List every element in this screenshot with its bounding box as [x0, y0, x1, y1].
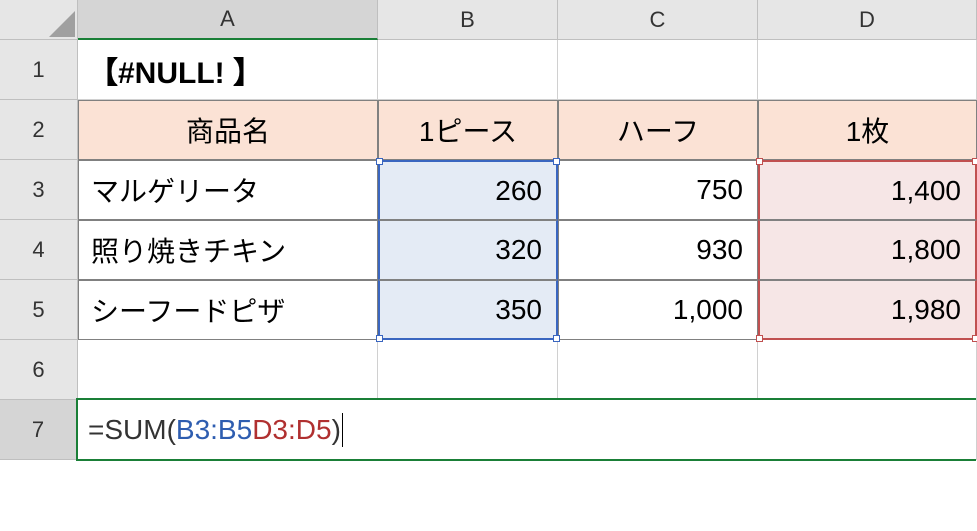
col-header-C[interactable]: C	[558, 0, 758, 40]
col-header-A[interactable]: A	[78, 0, 378, 40]
cell-C6[interactable]	[558, 340, 758, 400]
cell-A5[interactable]: シーフードピザ	[78, 280, 378, 340]
cell-C4[interactable]: 930	[558, 220, 758, 280]
cell-D3[interactable]: 1,400	[758, 160, 977, 220]
cell-A2[interactable]: 商品名	[78, 100, 378, 160]
cell-D6[interactable]	[758, 340, 977, 400]
cell-B2[interactable]: 1ピース	[378, 100, 558, 160]
cell-A6[interactable]	[78, 340, 378, 400]
cell-B5[interactable]: 350	[378, 280, 558, 340]
cell-A7-editing[interactable]: =SUM(B3:B5 D3:D5)	[78, 400, 977, 460]
cell-value: 260	[495, 175, 542, 207]
row-header-6[interactable]: 6	[0, 340, 78, 400]
cell-value: 350	[495, 294, 542, 326]
cell-B3[interactable]: 260	[378, 160, 558, 220]
formula-range-2: D3:D5	[252, 414, 331, 446]
range-handle[interactable]	[553, 158, 560, 165]
cell-D5[interactable]: 1,980	[758, 280, 977, 340]
spreadsheet-grid: A B C D 1 【#NULL! 】 2 商品名 1ピース ハーフ 1枚 3 …	[0, 0, 977, 460]
row-header-3[interactable]: 3	[0, 160, 78, 220]
cell-D2[interactable]: 1枚	[758, 100, 977, 160]
row-header-4[interactable]: 4	[0, 220, 78, 280]
row-header-7[interactable]: 7	[0, 400, 78, 460]
row-header-5[interactable]: 5	[0, 280, 78, 340]
range-handle[interactable]	[972, 335, 977, 342]
cell-C2[interactable]: ハーフ	[558, 100, 758, 160]
range-handle[interactable]	[376, 335, 383, 342]
cell-A1[interactable]: 【#NULL! 】	[78, 40, 378, 100]
formula-range-1: B3:B5	[176, 414, 252, 446]
range-handle[interactable]	[553, 335, 560, 342]
cell-C3[interactable]: 750	[558, 160, 758, 220]
row-header-2[interactable]: 2	[0, 100, 78, 160]
text-caret	[342, 413, 343, 447]
cell-value: 1,400	[891, 175, 961, 207]
row-header-1[interactable]: 1	[0, 40, 78, 100]
col-header-B[interactable]: B	[378, 0, 558, 40]
formula-text: =SUM(	[88, 414, 176, 446]
cell-D1[interactable]	[758, 40, 977, 100]
cell-B6[interactable]	[378, 340, 558, 400]
cell-A3[interactable]: マルゲリータ	[78, 160, 378, 220]
formula-suffix: )	[332, 414, 341, 446]
cell-B1[interactable]	[378, 40, 558, 100]
range-handle[interactable]	[756, 158, 763, 165]
cell-D4[interactable]: 1,800	[758, 220, 977, 280]
select-all-corner[interactable]	[0, 0, 78, 40]
cell-C5[interactable]: 1,000	[558, 280, 758, 340]
cell-value: 1,980	[891, 294, 961, 326]
range-handle[interactable]	[376, 158, 383, 165]
cell-B4[interactable]: 320	[378, 220, 558, 280]
range-handle[interactable]	[972, 158, 977, 165]
cell-A4[interactable]: 照り焼きチキン	[78, 220, 378, 280]
cell-C1[interactable]	[558, 40, 758, 100]
col-header-D[interactable]: D	[758, 0, 977, 40]
range-handle[interactable]	[756, 335, 763, 342]
